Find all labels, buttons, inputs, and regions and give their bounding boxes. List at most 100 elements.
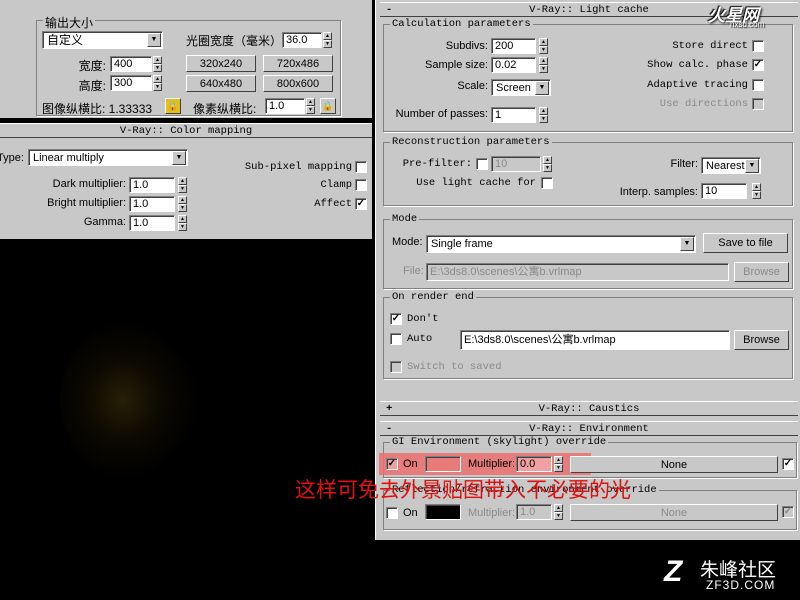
- dark-multiplier-value: 1.0: [133, 179, 149, 191]
- gi-multiplier-spinner[interactable]: ▲ ▼: [554, 456, 563, 472]
- switch-to-saved-checkbox[interactable]: [390, 361, 402, 373]
- passes-input[interactable]: 1: [491, 107, 536, 123]
- caustics-rollout-header[interactable]: + V-Ray:: Caustics: [380, 401, 798, 416]
- image-aspect-label: 图像纵横比: 1.33333: [42, 102, 153, 116]
- lock-icon[interactable]: 🔒: [165, 98, 181, 114]
- subdivs-label: Subdivs:: [445, 40, 488, 52]
- affect-checkbox[interactable]: ✓: [355, 198, 367, 210]
- dont-delete-checkbox[interactable]: ✓: [390, 313, 402, 325]
- gamma-spinner[interactable]: ▲ ▼: [178, 215, 187, 231]
- passes-label: Number of passes:: [395, 108, 488, 120]
- prefilter-checkbox[interactable]: [476, 158, 488, 170]
- height-input[interactable]: 300: [110, 75, 152, 91]
- use-directions-checkbox[interactable]: [752, 98, 764, 110]
- prefilter-value: 10: [495, 158, 508, 170]
- watermark-top-url: hxsd.com: [730, 20, 765, 29]
- use-directions-label: Use directions: [659, 98, 748, 110]
- prefilter-input[interactable]: 10: [491, 156, 541, 172]
- zf-logo-icon: Z: [664, 555, 683, 588]
- show-calc-phase-label: Show calc. phase: [647, 59, 748, 71]
- adaptive-tracing-checkbox[interactable]: [752, 79, 764, 91]
- refl-color-swatch[interactable]: [425, 504, 461, 520]
- subdivs-input[interactable]: 200: [491, 38, 536, 54]
- pixel-lock-icon[interactable]: 🔒: [320, 98, 336, 114]
- auto-save-checkbox[interactable]: [390, 333, 402, 345]
- switch-to-saved-label: Switch to saved: [407, 361, 502, 373]
- bright-multiplier-spinner[interactable]: ▲ ▼: [178, 196, 187, 212]
- save-to-file-button[interactable]: Save to file: [703, 233, 788, 253]
- bright-multiplier-input[interactable]: 1.0: [129, 196, 175, 212]
- environment-rollout-header[interactable]: - V-Ray:: Environment: [380, 421, 798, 436]
- width-value: 400: [114, 58, 133, 70]
- auto-save-path-input[interactable]: E:\3ds8.0\scenes\公寓b.vrlmap: [460, 330, 730, 350]
- dark-multiplier-input[interactable]: 1.0: [129, 177, 175, 193]
- scale-value: Screen: [496, 82, 531, 94]
- browse-button[interactable]: Browse: [734, 330, 789, 350]
- refl-map-checkbox[interactable]: ✓: [782, 506, 794, 518]
- width-spinner[interactable]: ▲ ▼: [153, 56, 162, 72]
- gi-multiplier-label: Multiplier:: [468, 458, 516, 470]
- passes-spinner[interactable]: ▲ ▼: [539, 107, 548, 123]
- pixel-aspect-input[interactable]: 1.0: [265, 98, 305, 114]
- filter-label: Filter:: [670, 158, 699, 170]
- chevron-down-icon: ▼: [535, 81, 549, 95]
- refl-multiplier-spinner[interactable]: ▲ ▼: [554, 504, 563, 520]
- gi-map-button[interactable]: None: [570, 456, 778, 473]
- filter-dropdown[interactable]: Nearest ▼: [701, 157, 761, 174]
- browse-button-disabled[interactable]: Browse: [734, 262, 789, 282]
- interp-samples-input[interactable]: 10: [701, 183, 747, 199]
- watermark-top-logo: 火星网 hxsd.com: [700, 2, 795, 29]
- file-path-value: E:\3ds8.0\scenes\公寓b.vrlmap: [430, 266, 582, 278]
- width-input[interactable]: 400: [110, 56, 152, 72]
- refl-multiplier-input[interactable]: 1.0: [516, 504, 552, 520]
- preset-800x600-button[interactable]: 800x600: [263, 75, 333, 92]
- interp-samples-value: 10: [705, 185, 718, 197]
- refl-map-button[interactable]: None: [570, 504, 778, 521]
- gi-multiplier-input[interactable]: 0.0: [516, 456, 552, 472]
- caustics-expand-icon: +: [386, 403, 393, 415]
- height-spinner[interactable]: ▲ ▼: [153, 75, 162, 91]
- clamp-checkbox[interactable]: [355, 179, 367, 191]
- type-label: Type:: [0, 152, 24, 164]
- refl-multiplier-value: 1.0: [520, 506, 536, 518]
- sample-size-input[interactable]: 0.02: [491, 57, 536, 73]
- show-calc-phase-checkbox[interactable]: ✓: [752, 59, 764, 71]
- light-cache-title: V-Ray:: Light cache: [529, 4, 649, 16]
- gi-map-checkbox[interactable]: ✓: [782, 458, 794, 470]
- output-size-panel: 输出大小 自定义 ▼ 光圈宽度（毫米）: 36.0 ▲ ▼ 宽度: 400 ▲ ▼ …: [0, 0, 372, 118]
- use-light-cache-label: Use light cache for: [416, 177, 536, 189]
- preset-320x240-button[interactable]: 320x240: [186, 55, 256, 72]
- gamma-input[interactable]: 1.0: [129, 215, 175, 231]
- gi-on-checkbox[interactable]: ✓: [386, 458, 398, 470]
- gi-color-swatch[interactable]: [425, 456, 461, 472]
- subdivs-spinner[interactable]: ▲ ▼: [539, 38, 548, 54]
- dark-multiplier-spinner[interactable]: ▲ ▼: [178, 177, 187, 193]
- type-dropdown[interactable]: Linear multiply ▼: [28, 149, 188, 166]
- color-mapping-rollout-header[interactable]: V-Ray:: Color mapping: [0, 123, 372, 138]
- mode-dropdown[interactable]: Single frame ▼: [426, 235, 696, 253]
- pixel-aspect-spinner[interactable]: ▲ ▼: [306, 98, 315, 114]
- preset-640x480-button[interactable]: 640x480: [186, 75, 256, 92]
- refl-on-label: On: [403, 507, 418, 519]
- aperture-input[interactable]: 36.0: [282, 32, 322, 48]
- vray-right-panel: - V-Ray:: Light cache Calculation parame…: [375, 0, 800, 540]
- subpixel-mapping-checkbox[interactable]: [355, 161, 367, 173]
- aperture-spinner[interactable]: ▲ ▼: [323, 32, 332, 48]
- use-light-cache-checkbox[interactable]: [541, 177, 553, 189]
- sample-size-label: Sample size:: [425, 59, 488, 71]
- sample-size-spinner[interactable]: ▲ ▼: [539, 57, 548, 73]
- store-direct-checkbox[interactable]: [752, 40, 764, 52]
- light-cache-collapse-icon: -: [386, 4, 393, 16]
- prefilter-spinner[interactable]: ▲ ▼: [543, 156, 552, 172]
- refl-on-checkbox[interactable]: [386, 507, 398, 519]
- bright-multiplier-value: 1.0: [133, 198, 149, 210]
- watermark-bottom-logo: Z 朱峰社区 ZF3D.COM: [660, 555, 800, 600]
- mode-value: Single frame: [431, 238, 493, 250]
- preset-dropdown[interactable]: 自定义 ▼: [42, 31, 163, 49]
- preset-720x486-button[interactable]: 720x486: [263, 55, 333, 72]
- scale-dropdown[interactable]: Screen ▼: [491, 79, 551, 96]
- output-size-label: 输出大小: [43, 14, 96, 31]
- scale-label: Scale:: [457, 80, 488, 92]
- file-path-input[interactable]: E:\3ds8.0\scenes\公寓b.vrlmap: [426, 263, 729, 281]
- interp-samples-spinner[interactable]: ▲ ▼: [752, 183, 761, 199]
